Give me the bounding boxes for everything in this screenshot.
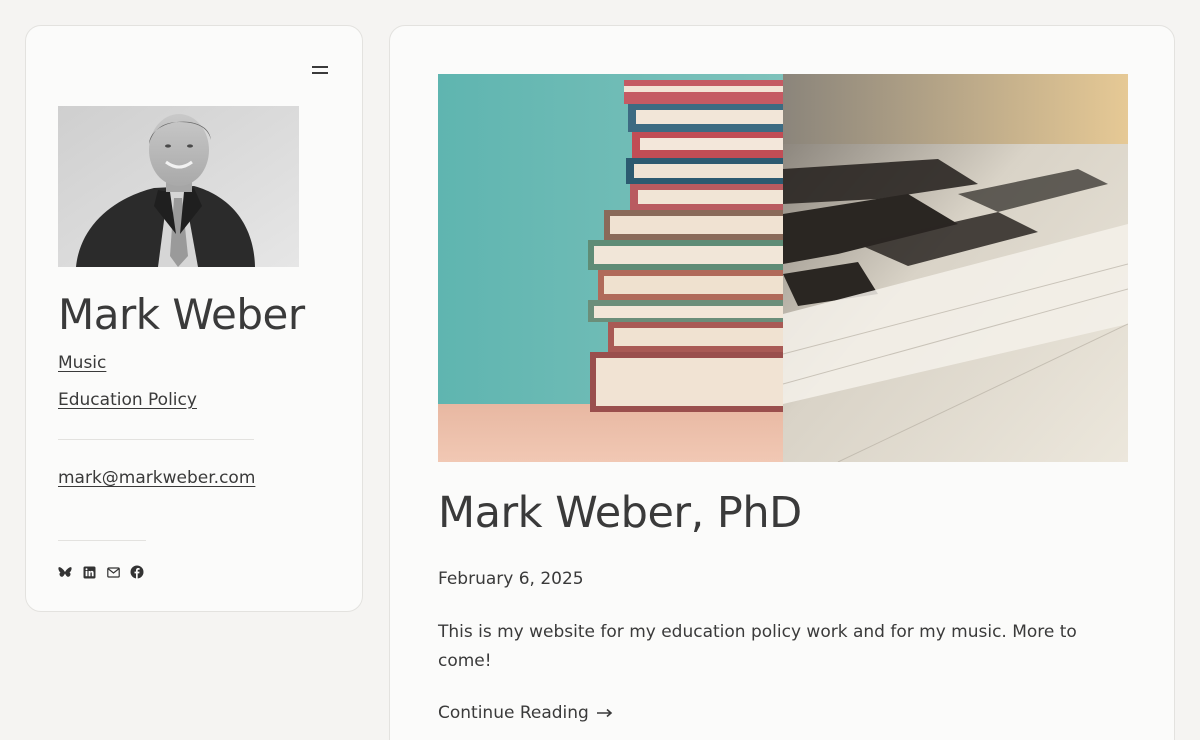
featured-image[interactable] xyxy=(438,74,1128,462)
post-date: February 6, 2025 xyxy=(438,569,584,589)
social-links xyxy=(58,565,144,579)
divider xyxy=(58,540,146,541)
email-link[interactable]: mark@markweber.com xyxy=(58,468,255,488)
avatar xyxy=(58,106,299,267)
continue-reading-label: Continue Reading xyxy=(438,703,589,723)
linkedin-icon[interactable] xyxy=(82,565,96,579)
bluesky-icon[interactable] xyxy=(58,565,72,579)
divider xyxy=(58,439,254,440)
hamburger-menu-button[interactable] xyxy=(310,62,330,78)
main-content-card: Mark Weber, PhD February 6, 2025 This is… xyxy=(389,25,1175,740)
post-title[interactable]: Mark Weber, PhD xyxy=(438,488,802,538)
facebook-icon[interactable] xyxy=(130,565,144,579)
sidebar-card: Mark Weber Music Education Policy mark@m… xyxy=(25,25,363,612)
mail-icon[interactable] xyxy=(106,565,120,579)
nav-link-music[interactable]: Music xyxy=(58,353,106,373)
post-excerpt: This is my website for my education poli… xyxy=(438,622,1077,671)
site-title[interactable]: Mark Weber xyxy=(58,290,305,339)
continue-reading-link[interactable]: Continue Reading xyxy=(438,703,614,723)
hamburger-icon-line xyxy=(312,72,328,74)
nav-link-education-policy[interactable]: Education Policy xyxy=(58,390,197,410)
hamburger-icon-line xyxy=(312,66,328,68)
arrow-right-icon xyxy=(594,703,614,723)
